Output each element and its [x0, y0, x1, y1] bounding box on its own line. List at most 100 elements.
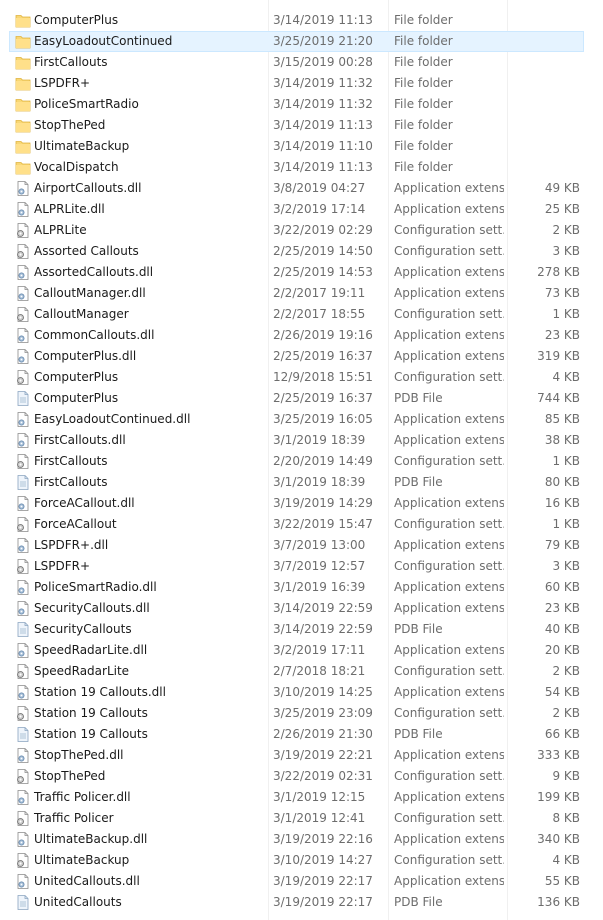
date-modified: 2/7/2018 18:21 [273, 664, 366, 678]
file-name: FirstCallouts [34, 475, 108, 489]
file-row[interactable]: FirstCallouts 3/1/2019 18:39 PDB File 80 KB [0, 472, 603, 493]
dll-icon [15, 496, 31, 511]
file-row[interactable]: SecurityCallouts.dll 3/14/2019 22:59 Appli… [0, 598, 603, 619]
file-name: UnitedCallouts [34, 895, 122, 909]
file-row[interactable]: LSPDFR+ 3/14/2019 11:32 File folder [0, 73, 603, 94]
file-row[interactable]: ALPRLite.dll 3/2/2019 17:14 Application ex… [0, 199, 603, 220]
pdb-icon [15, 391, 31, 406]
file-size: 2 KB [552, 706, 580, 720]
date-modified: 3/14/2019 22:59 [273, 601, 373, 615]
file-size: 73 KB [544, 286, 580, 300]
file-row[interactable]: AirportCallouts.dll 3/8/2019 04:27 Applica… [0, 178, 603, 199]
file-row[interactable]: CommonCallouts.dll 2/26/2019 19:16 Applica… [0, 325, 603, 346]
file-size: 333 KB [537, 748, 580, 762]
file-size: 80 KB [544, 475, 580, 489]
date-modified: 2/20/2019 14:49 [273, 454, 373, 468]
file-name: ForceACallout [34, 517, 117, 531]
file-row[interactable]: Station 19 Callouts 3/25/2019 23:09 Config… [0, 703, 603, 724]
file-row[interactable]: StopThePed 3/22/2019 02:31 Configuration s… [0, 766, 603, 787]
file-row[interactable]: UnitedCallouts.dll 3/19/2019 22:17 Applica… [0, 871, 603, 892]
file-row[interactable]: Station 19 Callouts.dll 3/10/2019 14:25 Ap… [0, 682, 603, 703]
file-row[interactable]: SecurityCallouts 3/14/2019 22:59 PDB File 4… [0, 619, 603, 640]
file-name: ALPRLite [34, 223, 87, 237]
file-size: 136 KB [537, 895, 580, 909]
pdb-icon [15, 727, 31, 742]
file-name: CalloutManager.dll [34, 286, 146, 300]
file-row[interactable]: Traffic Policer 3/1/2019 12:41 Configurati… [0, 808, 603, 829]
file-row[interactable]: Traffic Policer.dll 3/1/2019 12:15 Applica… [0, 787, 603, 808]
file-row[interactable]: AssortedCallouts.dll 2/25/2019 14:53 Appli… [0, 262, 603, 283]
date-modified: 3/1/2019 12:15 [273, 790, 366, 804]
config-icon [15, 307, 31, 322]
file-row[interactable]: FirstCallouts.dll 3/1/2019 18:39 Applicati… [0, 430, 603, 451]
date-modified: 3/14/2019 22:59 [273, 622, 373, 636]
file-row[interactable]: PoliceSmartRadio 3/14/2019 11:32 File fold… [0, 94, 603, 115]
file-type: PDB File [394, 895, 443, 909]
file-type: Configuration sett... [394, 244, 504, 258]
file-row[interactable]: SpeedRadarLite 2/7/2018 18:21 Configuratio… [0, 661, 603, 682]
dll-icon [15, 328, 31, 343]
file-name: PoliceSmartRadio [34, 97, 139, 111]
file-row[interactable]: PoliceSmartRadio.dll 3/1/2019 16:39 Applic… [0, 577, 603, 598]
file-row[interactable]: FirstCallouts 2/20/2019 14:49 Configuratio… [0, 451, 603, 472]
file-type: Application extens... [394, 832, 504, 846]
file-row[interactable]: LSPDFR+.dll 3/7/2019 13:00 Application ext… [0, 535, 603, 556]
file-size: 278 KB [537, 265, 580, 279]
file-name: Assorted Callouts [34, 244, 139, 258]
file-name: Traffic Policer.dll [34, 790, 131, 804]
file-row[interactable]: Assorted Callouts 2/25/2019 14:50 Configur… [0, 241, 603, 262]
file-row[interactable]: UltimateBackup.dll 3/19/2019 22:16 Applica… [0, 829, 603, 850]
file-row[interactable]: ComputerPlus 2/25/2019 16:37 PDB File 744 K… [0, 388, 603, 409]
file-name: EasyLoadoutContinued [34, 34, 173, 48]
file-row[interactable]: FirstCallouts 3/15/2019 00:28 File folder [0, 52, 603, 73]
file-row[interactable]: ForceACallout.dll 3/19/2019 14:29 Applicat… [0, 493, 603, 514]
file-row[interactable]: EasyLoadoutContinued.dll 3/25/2019 16:05 A… [0, 409, 603, 430]
file-size: 319 KB [537, 349, 580, 363]
file-row[interactable]: LSPDFR+ 3/7/2019 12:57 Configuration sett.… [0, 556, 603, 577]
file-name: SpeedRadarLite.dll [34, 643, 148, 657]
file-type: Application extens... [394, 874, 504, 888]
file-type: Configuration sett... [394, 517, 504, 531]
date-modified: 3/1/2019 16:39 [273, 580, 366, 594]
dll-icon [15, 601, 31, 616]
pdb-icon [15, 475, 31, 490]
date-modified: 3/14/2019 11:13 [273, 160, 373, 174]
file-row[interactable]: VocalDispatch 3/14/2019 11:13 File folder [0, 157, 603, 178]
file-type: Application extens... [394, 496, 504, 510]
file-name: UltimateBackup.dll [34, 832, 148, 846]
file-type: Application extens... [394, 643, 504, 657]
date-modified: 3/22/2019 02:31 [273, 769, 373, 783]
file-row[interactable]: ComputerPlus 12/9/2018 15:51 Configuration… [0, 367, 603, 388]
date-modified: 3/22/2019 15:47 [273, 517, 373, 531]
file-type: Application extens... [394, 181, 504, 195]
config-icon [15, 706, 31, 721]
file-row[interactable]: ALPRLite 3/22/2019 02:29 Configuration set… [0, 220, 603, 241]
config-icon [15, 769, 31, 784]
file-row[interactable]: CalloutManager 2/2/2017 18:55 Configuratio… [0, 304, 603, 325]
file-row[interactable]: UltimateBackup 3/10/2019 14:27 Configurati… [0, 850, 603, 871]
file-row[interactable]: ForceACallout 3/22/2019 15:47 Configuratio… [0, 514, 603, 535]
file-row[interactable]: ComputerPlus.dll 2/25/2019 16:37 Applicati… [0, 346, 603, 367]
file-row[interactable]: UnitedCallouts 3/19/2019 22:17 PDB File 136… [0, 892, 603, 913]
file-size: 85 KB [544, 412, 580, 426]
file-type: PDB File [394, 727, 443, 741]
file-name: SecurityCallouts [34, 622, 132, 636]
file-type: Application extens... [394, 748, 504, 762]
date-modified: 3/10/2019 14:25 [273, 685, 373, 699]
file-row[interactable]: SpeedRadarLite.dll 3/2/2019 17:11 Applicat… [0, 640, 603, 661]
file-row[interactable]: StopThePed.dll 3/19/2019 22:21 Application… [0, 745, 603, 766]
dll-icon [15, 433, 31, 448]
file-row[interactable]: EasyLoadoutContinued 3/25/2019 21:20 File … [0, 31, 603, 52]
file-row[interactable]: StopThePed 3/14/2019 11:13 File folder [0, 115, 603, 136]
file-row[interactable]: Station 19 Callouts 2/26/2019 21:30 PDB Fi… [0, 724, 603, 745]
file-name: ComputerPlus.dll [34, 349, 137, 363]
file-name: AssortedCallouts.dll [34, 265, 154, 279]
file-row[interactable]: ComputerPlus 3/14/2019 11:13 File folder [0, 10, 603, 31]
file-row[interactable]: UltimateBackup 3/14/2019 11:10 File folder [0, 136, 603, 157]
file-size: 2 KB [552, 223, 580, 237]
file-type: File folder [394, 118, 453, 132]
file-row[interactable]: CalloutManager.dll 2/2/2017 19:11 Applicat… [0, 283, 603, 304]
file-name: Station 19 Callouts.dll [34, 685, 166, 699]
dll-icon [15, 349, 31, 364]
dll-icon [15, 790, 31, 805]
